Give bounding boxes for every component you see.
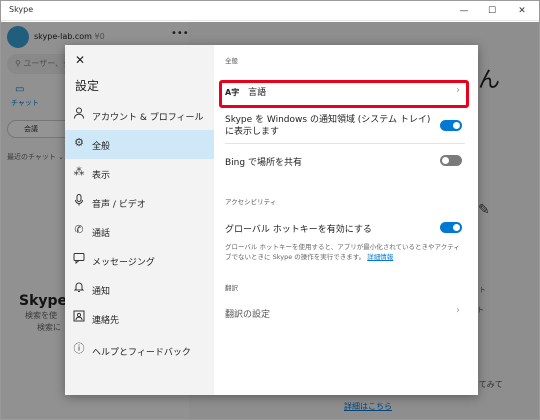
nav-label: 連絡先 xyxy=(92,316,120,326)
phone-icon: ✆ xyxy=(74,223,84,236)
divider xyxy=(225,143,465,144)
settings-nav: ✕ 設定 アカウント & プロフィール ⚙ 全般 ⁂ 表示 音声 / ビデオ ✆… xyxy=(65,45,214,395)
nav-item-help[interactable]: ⓘ ヘルプとフィードバック xyxy=(65,336,214,365)
maximize-button[interactable]: ☐ xyxy=(481,3,503,19)
translate-settings-label[interactable]: 翻訳の設定 xyxy=(225,307,465,320)
message-icon xyxy=(72,252,86,266)
section-translate: 翻訳 xyxy=(225,284,238,292)
section-accessibility: アクセシビリティ xyxy=(225,198,277,206)
toggle-knob xyxy=(442,157,449,164)
contacts-icon xyxy=(72,310,86,324)
window-title: Skype xyxy=(9,5,34,14)
toggle-knob xyxy=(453,122,460,129)
red-highlight-box xyxy=(219,80,469,108)
nav-label: 通知 xyxy=(92,287,111,297)
nav-label: ヘルプとフィードバック xyxy=(92,348,191,358)
nav-label: 通話 xyxy=(92,229,111,239)
info-icon: ⓘ xyxy=(73,342,85,355)
bell-icon xyxy=(72,281,86,295)
hotkey-setting-label: グローバル ホットキーを有効にする xyxy=(225,225,372,235)
hotkey-description: グローバル ホットキーを使用すると、アプリが最小化されているときやアクティブでな… xyxy=(225,242,465,262)
nav-label: 音声 / ビデオ xyxy=(92,200,146,210)
nav-label: 全般 xyxy=(92,142,111,152)
tray-toggle[interactable] xyxy=(440,120,462,131)
hotkey-toggle[interactable] xyxy=(440,222,462,233)
toggle-knob xyxy=(453,224,460,231)
nav-item-contacts[interactable]: 連絡先 xyxy=(65,304,214,333)
bing-setting-label: Bing で場所を共有 xyxy=(225,158,302,168)
title-bar: Skype — ☐ ✕ xyxy=(1,1,539,21)
nav-item-audio-video[interactable]: 音声 / ビデオ xyxy=(65,188,214,217)
nav-item-general[interactable]: ⚙ 全般 xyxy=(65,130,214,159)
bing-toggle[interactable] xyxy=(440,155,462,166)
nav-label: アカウント & プロフィール xyxy=(92,113,204,123)
section-general: 全般 xyxy=(225,57,238,65)
hotkey-desc-text: グローバル ホットキーを使用すると、アプリが最小化されているときやアクティブでな… xyxy=(225,243,460,261)
settings-title: 設定 xyxy=(75,79,100,93)
nav-item-appearance[interactable]: ⁂ 表示 xyxy=(65,159,214,188)
nav-item-account[interactable]: アカウント & プロフィール xyxy=(65,101,214,130)
close-window-button[interactable]: ✕ xyxy=(511,3,533,19)
close-settings-button[interactable]: ✕ xyxy=(73,53,87,67)
nav-item-messaging[interactable]: メッセージング xyxy=(65,246,214,275)
gear-icon: ⚙ xyxy=(74,136,84,149)
nav-label: 表示 xyxy=(92,171,111,181)
learn-more-link[interactable]: 詳細情報 xyxy=(367,253,393,261)
nav-item-notifications[interactable]: 通知 xyxy=(65,275,214,304)
tray-setting-label: Skype を Windows の通知領域 (システム トレイ) に表示します xyxy=(225,115,431,137)
wand-icon: ⁂ xyxy=(73,165,85,178)
minimize-button[interactable]: — xyxy=(453,3,475,19)
nav-item-calling[interactable]: ✆ 通話 xyxy=(65,217,214,246)
nav-label: メッセージング xyxy=(92,258,155,268)
microphone-icon xyxy=(72,194,86,208)
person-icon xyxy=(72,107,86,121)
skype-window: Skype — ☐ ✕ skype-lab.com ¥0 ••• ⚲ ユーザー、… xyxy=(0,0,540,420)
chevron-right-icon: › xyxy=(456,305,460,316)
